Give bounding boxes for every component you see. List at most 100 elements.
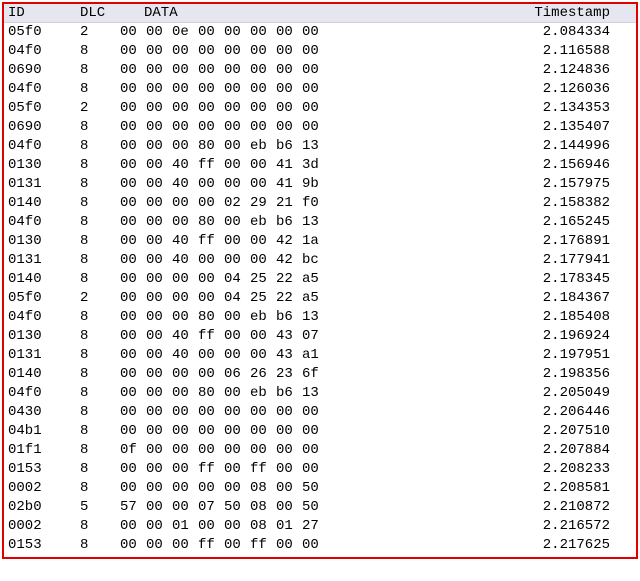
data-byte: 00: [146, 517, 172, 536]
data-byte: 00: [120, 194, 146, 213]
cell-data: 000000000626236f: [120, 365, 400, 384]
data-byte: 00: [172, 80, 198, 99]
cell-data: 5700000750080050: [120, 498, 400, 517]
table-row: 04f0800000000000000002.116588: [4, 42, 636, 61]
data-byte: 00: [172, 460, 198, 479]
cell-id: 0131: [8, 251, 80, 270]
data-byte: 00: [250, 42, 276, 61]
data-byte: 00: [302, 460, 328, 479]
data-byte: 00: [146, 61, 172, 80]
data-byte: 00: [146, 251, 172, 270]
cell-dlc: 8: [80, 61, 120, 80]
data-byte: 00: [120, 156, 146, 175]
cell-data: 0000008000ebb613: [120, 384, 400, 403]
data-byte: 01: [276, 517, 302, 536]
col-data: DATA: [120, 5, 400, 21]
cell-id: 0690: [8, 118, 80, 137]
data-byte: eb: [250, 384, 276, 403]
data-byte: 00: [146, 99, 172, 118]
data-byte: 00: [302, 42, 328, 61]
data-byte: 00: [172, 365, 198, 384]
cell-id: 04f0: [8, 308, 80, 327]
data-byte: 00: [146, 536, 172, 555]
data-byte: 00: [276, 441, 302, 460]
data-byte: 00: [172, 289, 198, 308]
data-byte: 00: [198, 346, 224, 365]
table-row: 04f0800000000000000002.126036: [4, 80, 636, 99]
data-byte: 50: [224, 498, 250, 517]
data-byte: 00: [120, 403, 146, 422]
cell-data: 00004000000043a1: [120, 346, 400, 365]
cell-dlc: 8: [80, 80, 120, 99]
cell-timestamp: 2.084334: [400, 23, 616, 42]
data-byte: 00: [146, 80, 172, 99]
data-byte: 00: [120, 422, 146, 441]
data-byte: 50: [302, 498, 328, 517]
data-byte: ff: [198, 460, 224, 479]
data-byte: 21: [276, 194, 302, 213]
data-byte: 6f: [302, 365, 328, 384]
data-byte: 00: [224, 61, 250, 80]
data-byte: 00: [120, 536, 146, 555]
data-byte: ff: [250, 536, 276, 555]
data-byte: eb: [250, 308, 276, 327]
table-row: 04f080000008000ebb6132.144996: [4, 137, 636, 156]
data-byte: 00: [302, 118, 328, 137]
table-row: 04b1800000000000000002.207510: [4, 422, 636, 441]
data-byte: 00: [172, 422, 198, 441]
data-byte: 00: [198, 403, 224, 422]
cell-id: 05f0: [8, 289, 80, 308]
cell-id: 0131: [8, 175, 80, 194]
data-byte: 80: [198, 213, 224, 232]
data-byte: 00: [198, 80, 224, 99]
data-byte: 40: [172, 175, 198, 194]
table-row: 04f080000008000ebb6132.185408: [4, 308, 636, 327]
data-byte: 00: [120, 137, 146, 156]
data-byte: 9b: [302, 175, 328, 194]
data-byte: 00: [146, 156, 172, 175]
data-byte: 00: [224, 308, 250, 327]
cell-timestamp: 2.216572: [400, 517, 616, 536]
cell-dlc: 8: [80, 42, 120, 61]
cell-data: 00000000022921f0: [120, 194, 400, 213]
data-byte: 00: [276, 42, 302, 61]
data-byte: bc: [302, 251, 328, 270]
cell-dlc: 8: [80, 346, 120, 365]
cell-data: 000040ff0000421a: [120, 232, 400, 251]
data-byte: b6: [276, 137, 302, 156]
data-byte: ff: [198, 156, 224, 175]
cell-timestamp: 2.158382: [400, 194, 616, 213]
data-byte: 00: [172, 384, 198, 403]
data-byte: 00: [120, 42, 146, 61]
data-byte: 00: [250, 23, 276, 42]
data-byte: 42: [276, 232, 302, 251]
data-byte: 02: [224, 194, 250, 213]
cell-timestamp: 2.210872: [400, 498, 616, 517]
table-row: 01308000040ff0000421a2.176891: [4, 232, 636, 251]
data-byte: 00: [198, 422, 224, 441]
data-byte: 13: [302, 308, 328, 327]
cell-id: 0153: [8, 536, 80, 555]
data-byte: 00: [198, 42, 224, 61]
data-byte: 00: [172, 61, 198, 80]
data-byte: 01: [172, 517, 198, 536]
data-byte: 08: [250, 517, 276, 536]
data-byte: 00: [146, 498, 172, 517]
data-byte: 00: [224, 232, 250, 251]
data-byte: 00: [224, 156, 250, 175]
data-byte: 00: [250, 422, 276, 441]
data-byte: 80: [198, 137, 224, 156]
table-row: 0430800000000000000002.206446: [4, 403, 636, 422]
table-row: 0140800000000042522a52.178345: [4, 270, 636, 289]
cell-id: 02b0: [8, 498, 80, 517]
data-byte: 00: [146, 365, 172, 384]
table-row: 0002800000000000800502.208581: [4, 479, 636, 498]
data-byte: 40: [172, 346, 198, 365]
cell-dlc: 5: [80, 498, 120, 517]
data-byte: 00: [198, 61, 224, 80]
cell-dlc: 8: [80, 194, 120, 213]
data-byte: 57: [120, 498, 146, 517]
cell-timestamp: 2.157975: [400, 175, 616, 194]
cell-data: 0000000000000000: [120, 42, 400, 61]
data-byte: 41: [276, 175, 302, 194]
